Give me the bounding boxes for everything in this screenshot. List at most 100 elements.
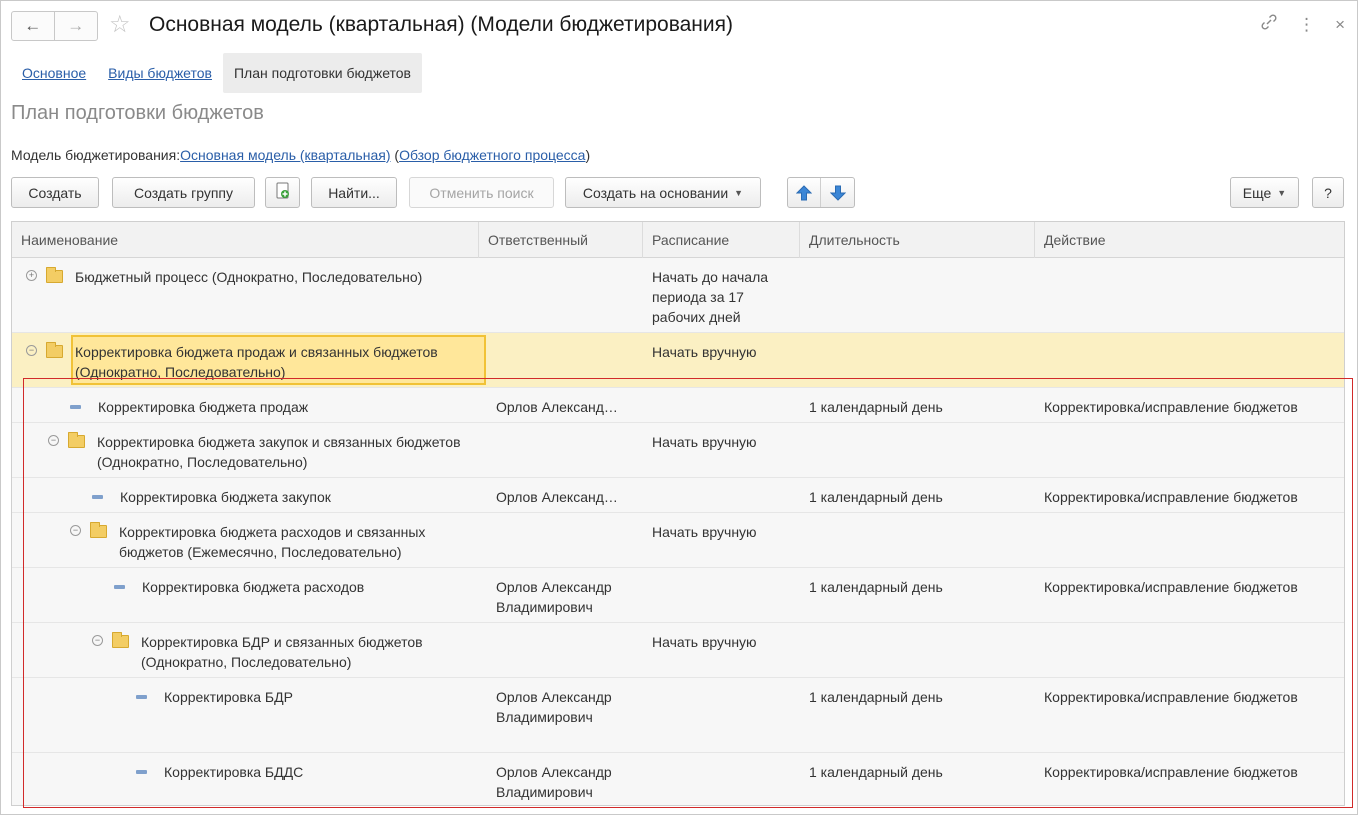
row-responsible: Орлов Александ… <box>496 399 618 415</box>
row-name: Корректировка бюджета продаж <box>98 399 309 415</box>
row-action: Корректировка/исправление бюджетов <box>1044 489 1298 505</box>
folder-icon <box>46 267 63 283</box>
row-action: Корректировка/исправление бюджетов <box>1044 764 1298 780</box>
row-responsible: Орлов Александр Владимирович <box>496 764 612 800</box>
row-schedule: Начать до начала периода за 17 рабочих д… <box>652 269 769 325</box>
model-line: Модель бюджетирования:Основная модель (к… <box>11 147 590 163</box>
table-row[interactable]: Корректировка БДР Орлов Александр Владим… <box>12 678 1344 753</box>
create-group-button[interactable]: Создать группу <box>112 177 255 208</box>
row-duration: 1 календарный день <box>809 579 943 595</box>
move-up-button[interactable] <box>788 178 821 207</box>
table-row[interactable]: Корректировка БДДС Орлов Александр Влади… <box>12 753 1344 805</box>
page-title: План подготовки бюджетов <box>11 102 264 124</box>
task-item-icon <box>92 495 103 499</box>
row-duration: 1 календарный день <box>809 489 943 505</box>
move-buttons <box>787 177 855 208</box>
table-row[interactable]: Корректировка бюджета закупок Орлов Алек… <box>12 478 1344 513</box>
collapse-icon[interactable]: − <box>70 525 81 536</box>
table-row[interactable]: Корректировка бюджета расходов Орлов Але… <box>12 568 1344 623</box>
row-schedule: Начать вручную <box>652 524 757 540</box>
row-name: Корректировка БДР и связанных бюджетов (… <box>141 634 423 670</box>
folder-icon <box>112 632 129 648</box>
column-schedule[interactable]: Расписание <box>643 222 800 258</box>
column-name[interactable]: Наименование <box>12 222 479 258</box>
title-bar: ← → ☆ Основная модель (квартальная) (Мод… <box>1 1 1357 51</box>
model-link[interactable]: Основная модель (квартальная) <box>180 147 390 163</box>
close-icon[interactable]: × <box>1335 14 1345 36</box>
collapse-icon[interactable]: − <box>26 345 37 356</box>
row-duration: 1 календарный день <box>809 764 943 780</box>
arrow-up-icon <box>796 184 812 200</box>
row-name: Корректировка бюджета закупок и связанны… <box>97 434 461 470</box>
table-row[interactable]: + Бюджетный процесс (Однократно, Последо… <box>12 258 1344 333</box>
tab-budget-types[interactable]: Виды бюджетов <box>97 53 223 93</box>
folder-icon <box>68 432 85 448</box>
table-row-selected[interactable]: − Корректировка бюджета продаж и связанн… <box>12 333 1344 388</box>
expand-icon[interactable]: + <box>26 270 37 281</box>
window: ← → ☆ Основная модель (квартальная) (Мод… <box>0 0 1358 815</box>
forward-button[interactable]: → <box>55 12 98 40</box>
row-name: Корректировка бюджета расходов <box>142 579 365 595</box>
more-vertical-icon[interactable]: ⋮ <box>1298 14 1315 36</box>
tab-budget-preparation-plan[interactable]: План подготовки бюджетов <box>222 53 422 93</box>
table-header: Наименование Ответственный Расписание Дл… <box>12 222 1344 258</box>
task-item-icon <box>136 770 147 774</box>
budget-plan-table: Наименование Ответственный Расписание Дл… <box>11 221 1345 806</box>
row-name: Корректировка БДР <box>164 689 293 705</box>
link-icon[interactable] <box>1260 13 1278 37</box>
table-row[interactable]: Корректировка бюджета продаж Орлов Алекс… <box>12 388 1344 423</box>
row-responsible: Орлов Александ… <box>496 489 618 505</box>
collapse-icon[interactable]: − <box>48 435 59 446</box>
help-button[interactable]: ? <box>1312 177 1344 208</box>
chevron-down-icon: ▼ <box>1277 187 1287 198</box>
task-item-icon <box>136 695 147 699</box>
cancel-search-button[interactable]: Отменить поиск <box>409 177 554 208</box>
task-item-icon <box>70 405 81 409</box>
chevron-down-icon: ▼ <box>734 187 744 198</box>
row-name: Корректировка бюджета расходов и связанн… <box>119 524 426 560</box>
collapse-icon[interactable]: − <box>92 635 103 646</box>
create-button[interactable]: Создать <box>11 177 99 208</box>
row-action: Корректировка/исправление бюджетов <box>1044 579 1298 595</box>
tab-main[interactable]: Основное <box>11 53 97 93</box>
back-button[interactable]: ← <box>12 12 55 40</box>
row-duration: 1 календарный день <box>809 689 943 705</box>
command-bar: Создать Создать группу Найти... Отменить… <box>11 177 1345 209</box>
row-name: Корректировка бюджета закупок <box>120 489 331 505</box>
row-name: Корректировка БДДС <box>164 764 304 780</box>
row-duration: 1 календарный день <box>809 399 943 415</box>
close-paren: ) <box>585 147 591 163</box>
column-responsible[interactable]: Ответственный <box>479 222 643 258</box>
favorite-star-icon[interactable]: ☆ <box>109 11 131 39</box>
row-schedule: Начать вручную <box>652 434 757 450</box>
overview-link[interactable]: Обзор бюджетного процесса <box>399 147 585 163</box>
row-responsible: Орлов Александр Владимирович <box>496 689 612 725</box>
create-based-on-label: Создать на основании <box>582 184 729 201</box>
window-title: Основная модель (квартальная) (Модели бю… <box>149 13 733 36</box>
column-duration[interactable]: Длительность <box>800 222 1035 258</box>
more-button[interactable]: Еще ▼ <box>1230 177 1299 208</box>
task-item-icon <box>114 585 125 589</box>
row-action: Корректировка/исправление бюджетов <box>1044 399 1298 415</box>
table-row[interactable]: − Корректировка бюджета закупок и связан… <box>12 423 1344 478</box>
copy-icon <box>275 182 291 203</box>
arrow-right-icon: → <box>67 16 85 35</box>
nav-buttons: ← → <box>11 11 98 41</box>
row-action: Корректировка/исправление бюджетов <box>1044 689 1298 705</box>
table-row[interactable]: − Корректировка бюджета расходов и связа… <box>12 513 1344 568</box>
title-bar-actions: ⋮ × <box>1260 13 1345 37</box>
move-down-button[interactable] <box>821 178 854 207</box>
open-paren: ( <box>390 147 400 163</box>
row-responsible: Орлов Александр Владимирович <box>496 579 612 615</box>
arrow-left-icon: ← <box>24 16 42 35</box>
row-schedule: Начать вручную <box>652 634 757 650</box>
row-schedule: Начать вручную <box>652 344 757 360</box>
copy-button[interactable] <box>265 177 300 208</box>
column-action[interactable]: Действие <box>1035 222 1344 258</box>
more-label: Еще <box>1242 184 1272 201</box>
table-row[interactable]: − Корректировка БДР и связанных бюджетов… <box>12 623 1344 678</box>
create-based-on-button[interactable]: Создать на основании ▼ <box>565 177 761 208</box>
form-tabs: Основное Виды бюджетов План подготовки б… <box>11 53 422 93</box>
row-name: Корректировка бюджета продаж и связанных… <box>75 344 438 380</box>
find-button[interactable]: Найти... <box>311 177 397 208</box>
